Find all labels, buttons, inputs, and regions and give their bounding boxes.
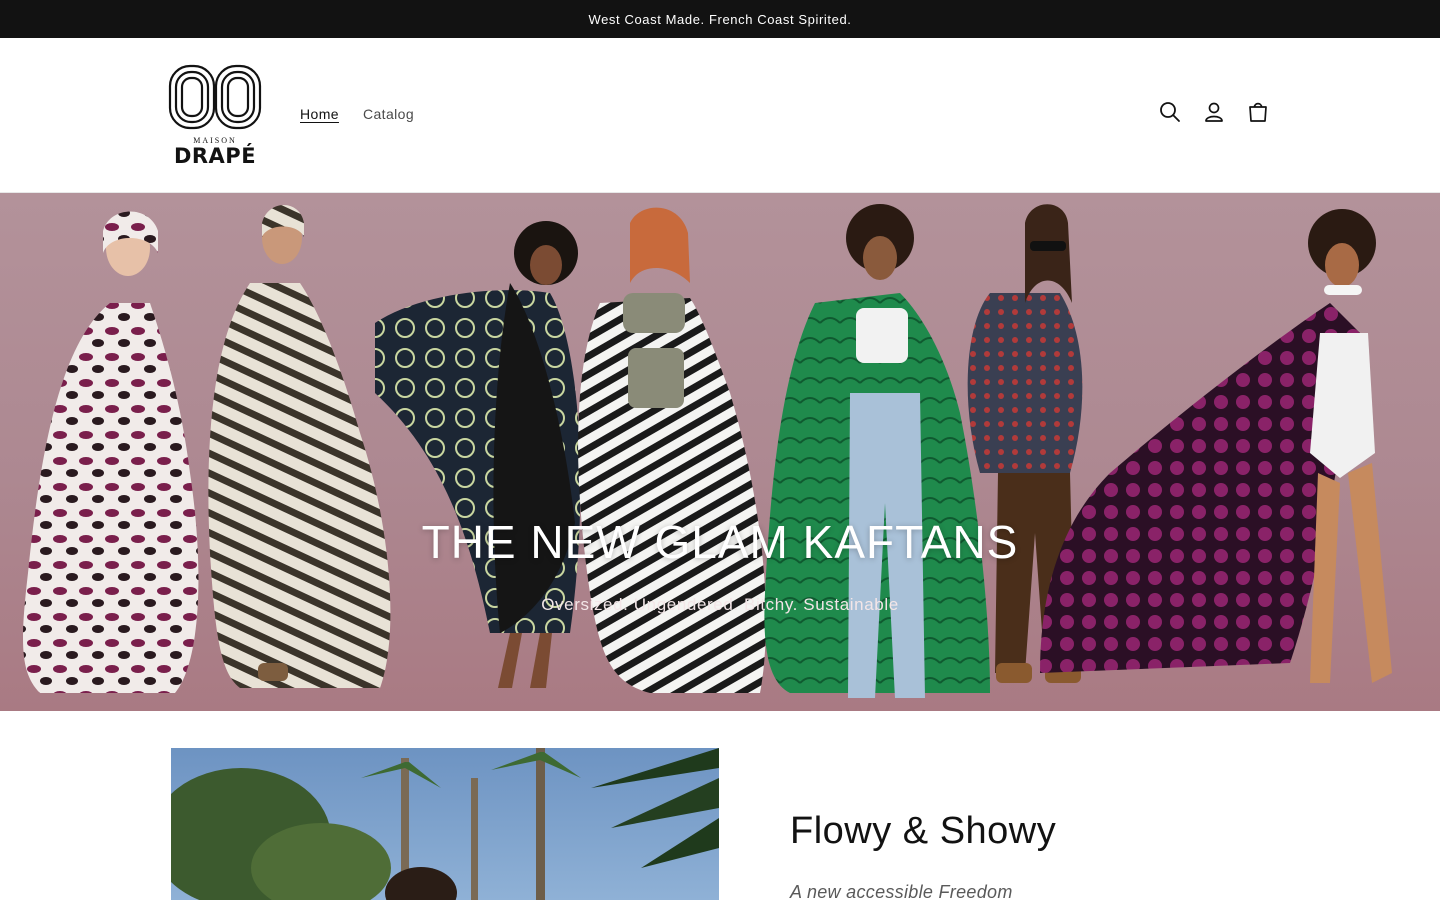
announcement-bar: West Coast Made. French Coast Spirited. (0, 0, 1440, 38)
hero-subtitle: Oversized. Ungendered. Bitchy. Sustainab… (541, 595, 899, 614)
feature-title: Flowy & Showy (790, 810, 1057, 852)
nav-home-link[interactable]: Home (300, 106, 339, 122)
feature-image (171, 748, 719, 900)
main-nav: Home Catalog (300, 106, 414, 122)
hero-title: THE NEW GLAM KAFTANS (421, 516, 1019, 568)
hero-models-image (23, 204, 1392, 698)
logo-mark-icon (168, 64, 262, 130)
brand-logo[interactable]: MAISON DRAPÉ (168, 64, 262, 168)
logo-drape-text: DRAPÉ (173, 144, 257, 168)
nav-catalog-link[interactable]: Catalog (363, 106, 414, 122)
search-icon[interactable] (1158, 100, 1182, 124)
cart-icon[interactable] (1246, 100, 1270, 124)
palm-trees-image (171, 748, 719, 900)
announcement-text: West Coast Made. French Coast Spirited. (588, 11, 852, 27)
hero-banner[interactable]: THE NEW GLAM KAFTANS Oversized. Ungender… (0, 193, 1440, 711)
account-icon[interactable] (1202, 100, 1226, 124)
header-icons (1158, 100, 1270, 124)
site-header: MAISON DRAPÉ Home Catalog (0, 38, 1440, 193)
feature-subtitle: A new accessible Freedom (790, 882, 1013, 900)
